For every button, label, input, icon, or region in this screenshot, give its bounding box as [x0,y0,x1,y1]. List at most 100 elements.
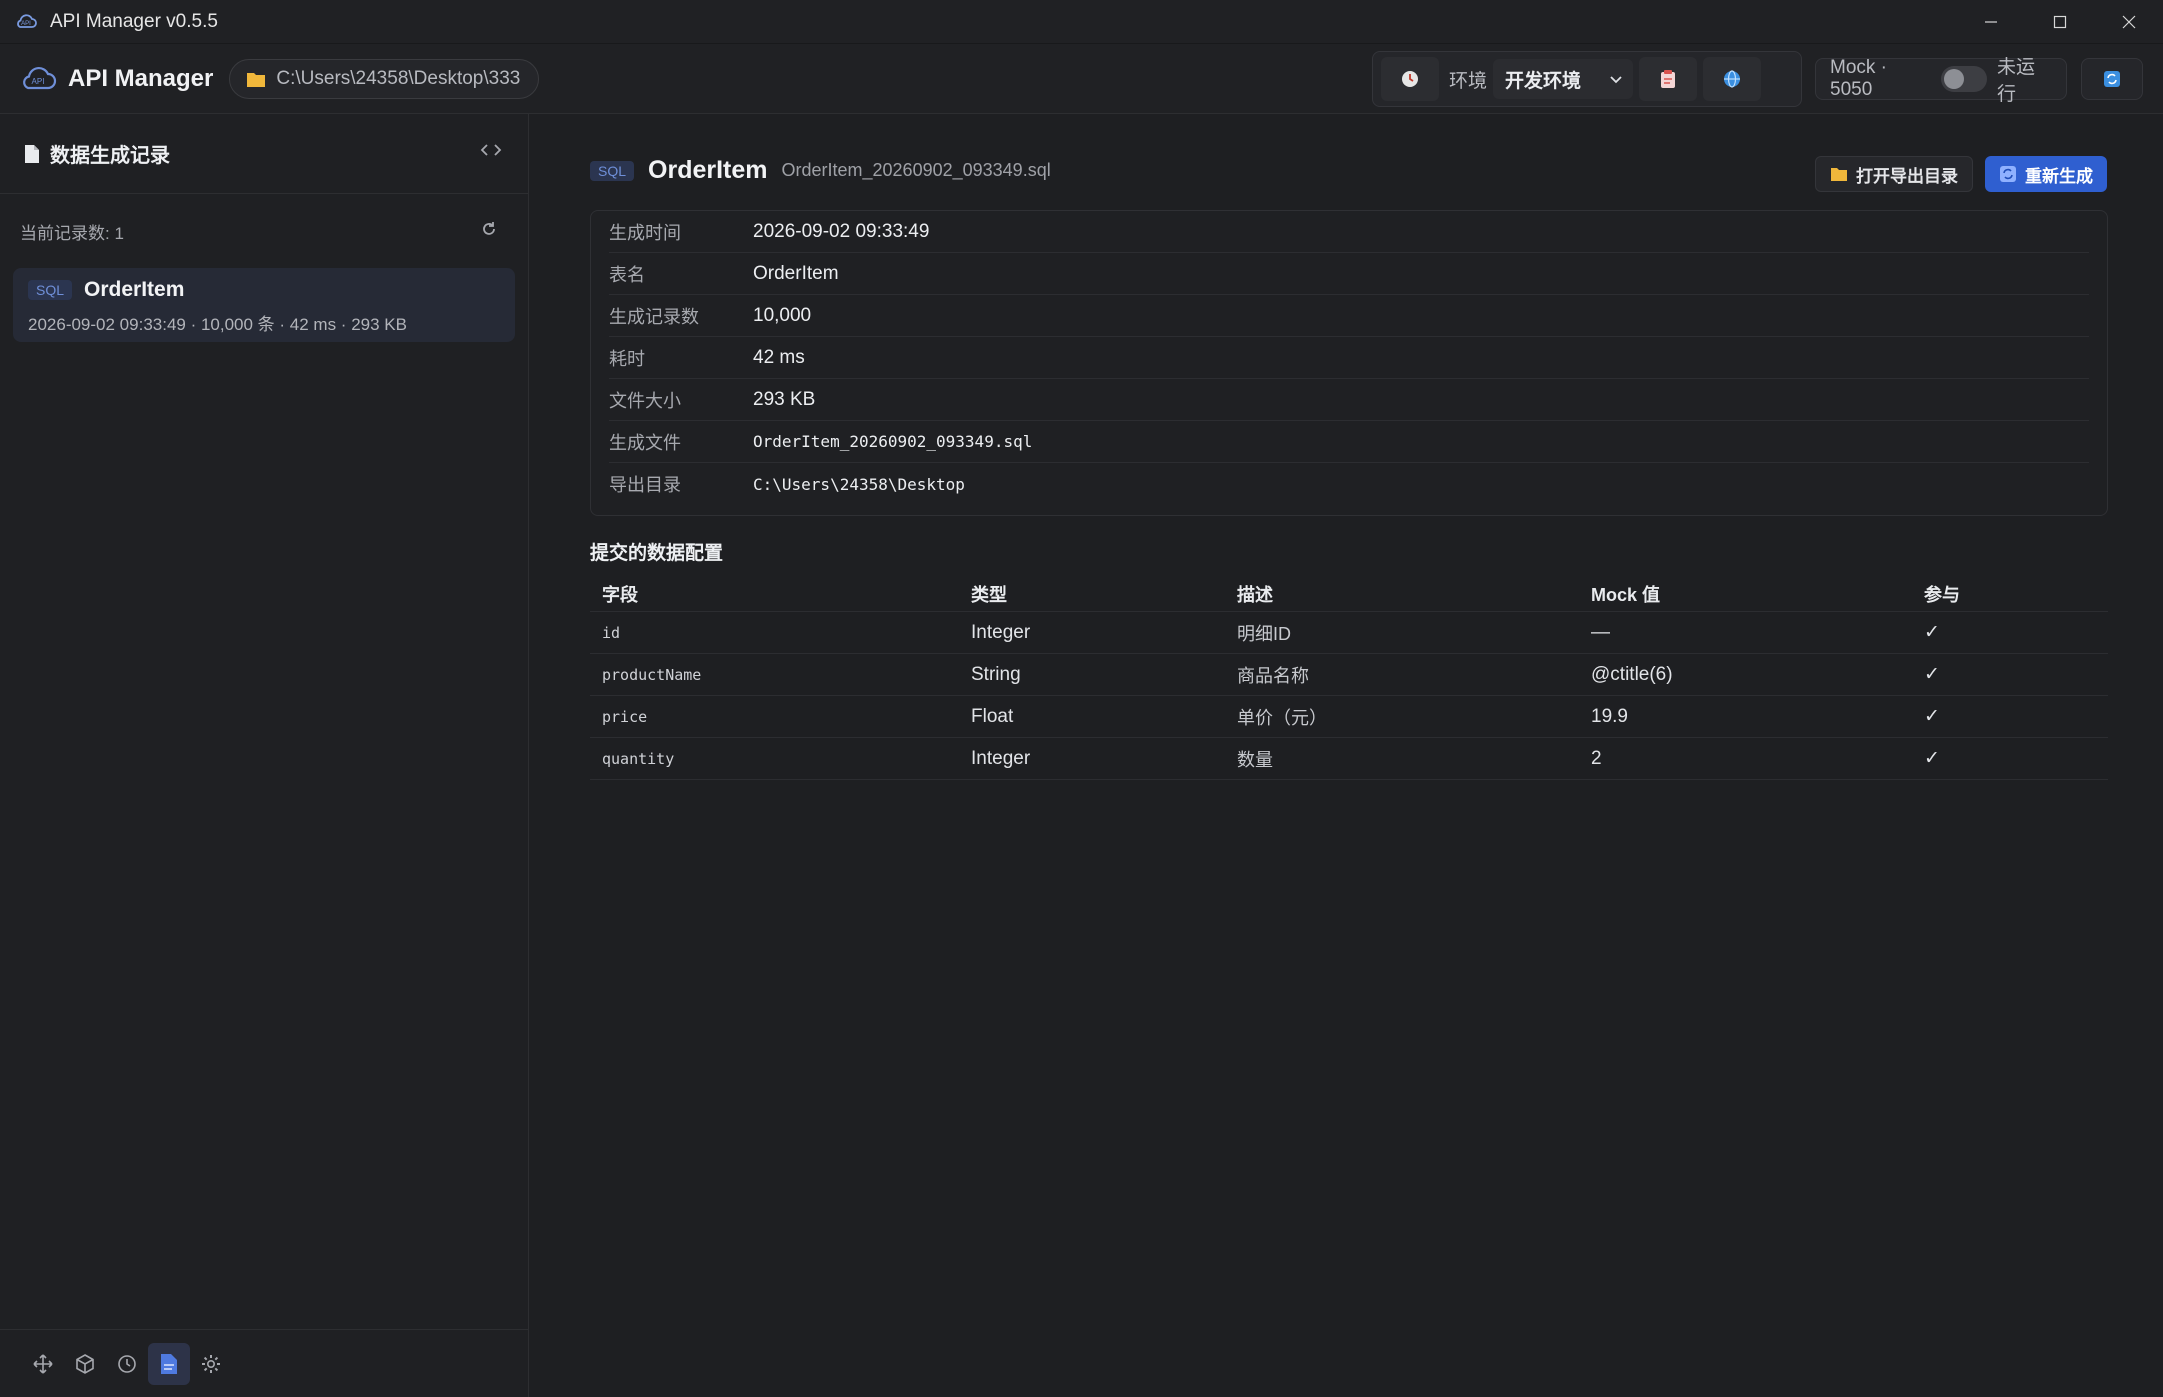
info-value: 42 ms [753,346,805,368]
refresh-records-button[interactable] [480,220,498,243]
close-window-button[interactable] [2094,0,2163,44]
mock-cell: — [1591,621,1610,643]
svg-text:API: API [21,21,31,27]
nav-data-records-button[interactable] [148,1342,190,1385]
project-path: C:\Users\24358\Desktop\333 [276,67,521,89]
app-cloud-icon: API [12,8,40,36]
document-icon [25,144,39,163]
minimize-icon [1984,21,1997,23]
regenerate-label: 重新生成 [2025,166,2093,186]
column-header: 字段 [602,584,638,605]
nav-models-button[interactable] [64,1343,106,1385]
nav-history-button[interactable] [106,1343,148,1385]
brand-logo-icon: API [18,59,58,99]
mock-cell: 19.9 [1591,705,1628,727]
info-key: 生成文件 [609,432,681,453]
mock-server-toggle[interactable] [1940,66,1988,92]
table-header-row: 字段 类型 描述 Mock 值 参与 [590,576,2108,612]
sidebar-header: 数据生成记录 [0,114,528,194]
close-icon [2122,15,2135,29]
nav-settings-button[interactable] [190,1343,232,1385]
desc-cell: 明细ID [1237,623,1291,644]
info-value: 293 KB [753,388,816,410]
info-row: 生成记录数 10,000 [609,295,2089,337]
included-check: ✓ [1924,748,1940,769]
project-path-selector[interactable]: C:\Users\24358\Desktop\333 [229,58,540,99]
nav-api-button[interactable] [22,1343,64,1385]
mock-server-control: Mock · 5050 未运行 [1815,57,2067,105]
folder-icon [247,72,266,87]
sidebar-footer-nav [0,1329,528,1397]
desc-cell: 商品名称 [1237,665,1309,686]
history-button[interactable] [1381,57,1439,101]
open-export-dir-button[interactable]: 打开导出目录 [1815,156,1973,192]
globe-icon [1724,70,1741,88]
sql-badge: SQL [28,280,73,300]
file-name: OrderItem_20260902_093349.sql [781,160,1051,180]
environment-toolbar: 环境 开发环境 [1372,51,1802,107]
type-cell: Integer [971,621,1031,643]
info-value: OrderItem [753,262,839,284]
field-cell: price [602,707,648,726]
record-meta: 2026-09-02 09:33:49 · 10,000 条 · 42 ms ·… [28,315,407,334]
sidebar-title: 数据生成记录 [50,145,170,167]
notes-button[interactable] [1639,57,1698,101]
table-row: id Integer 明细ID — ✓ [590,612,2108,654]
global-settings-button[interactable] [1703,57,1762,101]
cube-icon [76,1353,94,1374]
refresh-icon [483,222,495,235]
type-cell: String [971,663,1021,685]
info-row: 生成时间 2026-09-02 09:33:49 [609,211,2089,253]
window-title: API Manager v0.5.5 [50,10,218,32]
column-header: Mock 值 [1591,584,1661,605]
regenerate-button[interactable]: 重新生成 [1985,156,2107,192]
type-cell: Integer [971,747,1031,769]
environment-select[interactable]: 开发环境 [1493,59,1634,99]
included-check: ✓ [1924,622,1940,643]
record-info-panel: 生成时间 2026-09-02 09:33:49 表名 OrderItem 生成… [590,210,2108,516]
included-check: ✓ [1924,664,1940,685]
minimize-button[interactable] [1956,0,2025,44]
environment-value: 开发环境 [1505,70,1582,92]
column-header: 类型 [971,584,1007,605]
config-section-title: 提交的数据配置 [590,543,724,564]
app-header: API API Manager C:\Users\24358\Desktop\3… [0,44,2163,114]
info-value: 2026-09-02 09:33:49 [753,220,930,242]
mock-cell: @ctitle(6) [1591,663,1673,685]
info-row: 导出目录 C:\Users\24358\Desktop [609,463,2089,505]
info-key: 耗时 [609,348,645,369]
info-row: 生成文件 OrderItem_20260902_093349.sql [609,421,2089,463]
sync-button[interactable] [2081,58,2143,100]
mock-server-status: 未运行 [1997,57,2036,105]
move-icon [33,1353,53,1374]
info-key: 生成时间 [609,222,681,243]
desc-cell: 单价（元） [1237,707,1327,728]
list-item[interactable]: SQL OrderItem 2026-09-02 09:33:49 · 10,0… [13,268,515,342]
clipboard-icon [1661,70,1676,88]
info-row: 文件大小 293 KB [609,379,2089,421]
code-brackets-icon [480,144,502,156]
record-count-bar: 当前记录数: 1 [0,194,528,268]
field-cell: productName [602,665,702,684]
info-row: 耗时 42 ms [609,337,2089,379]
desc-cell: 数量 [1237,749,1273,770]
table-row: price Float 单价（元） 19.9 ✓ [590,696,2108,738]
record-count: 当前记录数: 1 [20,223,124,243]
maximize-button[interactable] [2025,0,2094,44]
field-cell: id [602,623,621,642]
gear-icon [202,1354,220,1373]
table-row: productName String 商品名称 @ctitle(6) ✓ [590,654,2108,696]
open-export-dir-label: 打开导出目录 [1856,166,1958,186]
sync-icon [2104,71,2120,87]
code-view-toggle[interactable] [480,142,502,163]
mock-server-label: Mock · 5050 [1830,57,1887,100]
history-icon [118,1354,136,1373]
info-value: OrderItem_20260902_093349.sql [753,432,1033,451]
config-table: 字段 类型 描述 Mock 值 参与 id Integer 明细ID — ✓ p… [590,576,2108,780]
environment-label: 环境 [1449,70,1488,92]
field-cell: quantity [602,749,675,768]
page-title: OrderItem [648,156,768,184]
info-key: 生成记录数 [609,306,699,327]
sidebar: 数据生成记录 当前记录数: 1 SQL OrderItem 2026-09-02… [0,114,529,1397]
record-detail-header: SQL OrderItem OrderItem_20260902_093349.… [590,156,1051,185]
